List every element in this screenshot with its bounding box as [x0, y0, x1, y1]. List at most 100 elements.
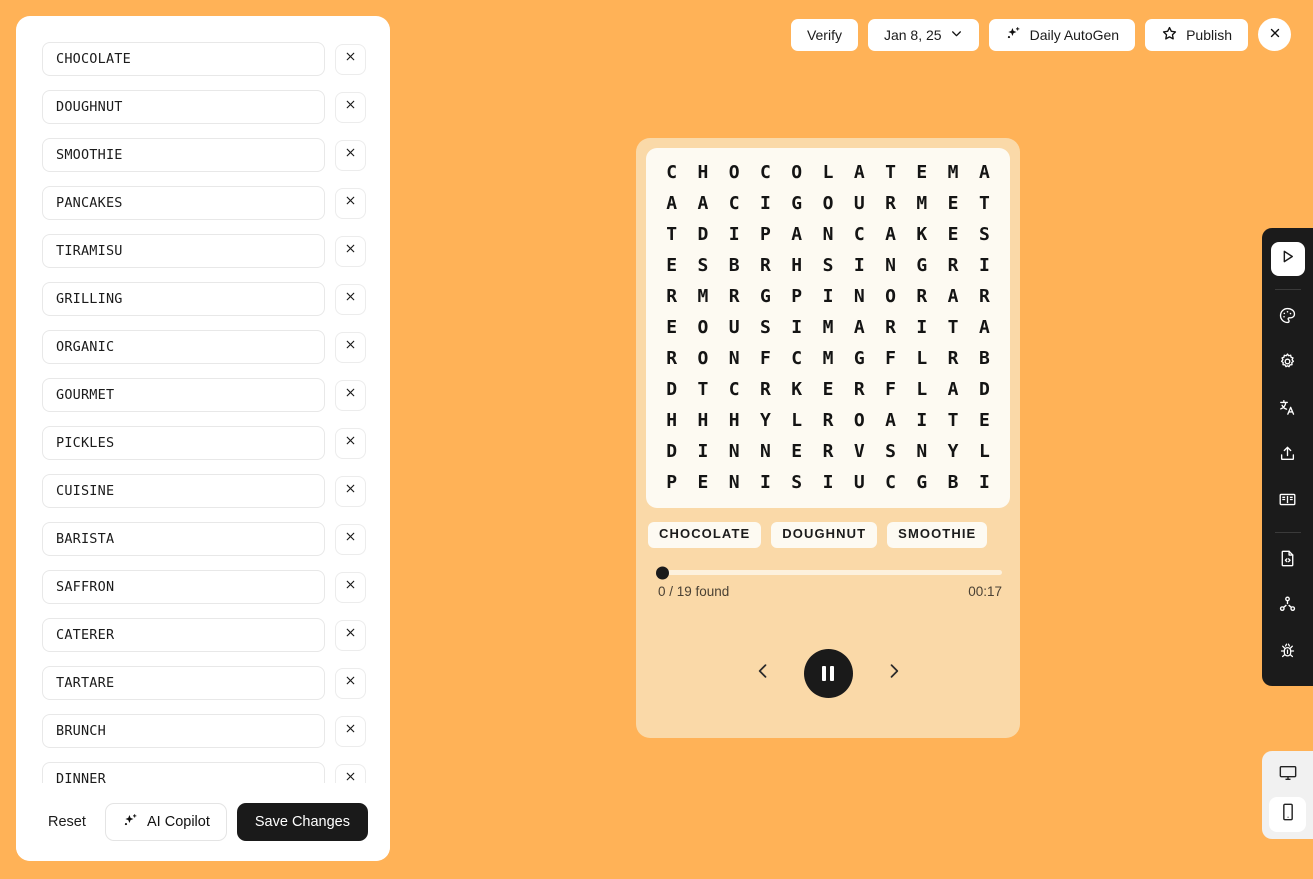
- grid-cell[interactable]: D: [687, 224, 718, 246]
- word-input[interactable]: SMOOTHIE: [42, 138, 325, 172]
- grid-cell[interactable]: A: [937, 286, 968, 308]
- grid-cell[interactable]: S: [969, 224, 1000, 246]
- grid-cell[interactable]: S: [781, 472, 812, 494]
- grid-cell[interactable]: M: [906, 193, 937, 215]
- grid-cell[interactable]: M: [812, 348, 843, 370]
- grid-cell[interactable]: K: [906, 224, 937, 246]
- rail-item-theme[interactable]: [1271, 301, 1305, 335]
- grid-cell[interactable]: U: [844, 193, 875, 215]
- progress-slider[interactable]: [656, 566, 1002, 579]
- grid-cell[interactable]: T: [937, 317, 968, 339]
- grid-cell[interactable]: G: [906, 255, 937, 277]
- remove-word-button[interactable]: [335, 763, 366, 783]
- grid-cell[interactable]: D: [656, 379, 687, 401]
- grid-cell[interactable]: A: [844, 317, 875, 339]
- publish-button[interactable]: Publish: [1145, 18, 1248, 51]
- grid-cell[interactable]: E: [656, 317, 687, 339]
- word-list[interactable]: CHOCOLATE DOUGHNUT SMOOTHIE PANCAKES TIRAMIS…: [16, 16, 390, 783]
- grid-cell[interactable]: I: [750, 472, 781, 494]
- grid-cell[interactable]: D: [656, 441, 687, 463]
- grid-cell[interactable]: D: [969, 379, 1000, 401]
- remove-word-button[interactable]: [335, 667, 366, 699]
- grid-cell[interactable]: L: [781, 410, 812, 432]
- device-desktop-button[interactable]: [1269, 758, 1306, 793]
- grid-cell[interactable]: R: [969, 286, 1000, 308]
- grid-cell[interactable]: H: [687, 162, 718, 184]
- word-search-grid[interactable]: CHOCOLATEMAAACIGOURMETTDIPANCAKESESBRHSI…: [656, 162, 1000, 494]
- word-chip[interactable]: CHOCOLATE: [648, 522, 762, 548]
- grid-cell[interactable]: R: [875, 193, 906, 215]
- grid-cell[interactable]: C: [844, 224, 875, 246]
- grid-cell[interactable]: R: [844, 379, 875, 401]
- grid-cell[interactable]: R: [812, 441, 843, 463]
- grid-cell[interactable]: O: [719, 162, 750, 184]
- grid-cell[interactable]: R: [719, 286, 750, 308]
- grid-cell[interactable]: R: [937, 255, 968, 277]
- rail-item-docs[interactable]: [1271, 485, 1305, 519]
- grid-cell[interactable]: L: [906, 379, 937, 401]
- grid-cell[interactable]: R: [937, 348, 968, 370]
- word-chip[interactable]: DOUGHNUT: [771, 522, 878, 548]
- grid-cell[interactable]: A: [969, 162, 1000, 184]
- grid-cell[interactable]: R: [750, 379, 781, 401]
- grid-cell[interactable]: I: [781, 317, 812, 339]
- close-button[interactable]: [1258, 18, 1291, 51]
- grid-cell[interactable]: O: [844, 410, 875, 432]
- grid-cell[interactable]: Y: [750, 410, 781, 432]
- grid-cell[interactable]: C: [750, 162, 781, 184]
- next-button[interactable]: [881, 661, 907, 687]
- grid-cell[interactable]: Y: [937, 441, 968, 463]
- word-input[interactable]: CHOCOLATE: [42, 42, 325, 76]
- word-input[interactable]: SAFFRON: [42, 570, 325, 604]
- daily-autogen-button[interactable]: Daily AutoGen: [988, 18, 1136, 51]
- grid-cell[interactable]: C: [719, 193, 750, 215]
- grid-cell[interactable]: A: [781, 224, 812, 246]
- grid-cell[interactable]: A: [875, 410, 906, 432]
- word-input[interactable]: CATERER: [42, 618, 325, 652]
- remove-word-button[interactable]: [335, 379, 366, 411]
- grid-cell[interactable]: N: [719, 472, 750, 494]
- grid-cell[interactable]: I: [906, 410, 937, 432]
- grid-cell[interactable]: R: [656, 348, 687, 370]
- word-input[interactable]: TARTARE: [42, 666, 325, 700]
- grid-cell[interactable]: B: [719, 255, 750, 277]
- device-mobile-button[interactable]: [1269, 797, 1306, 832]
- grid-cell[interactable]: R: [812, 410, 843, 432]
- grid-cell[interactable]: N: [750, 441, 781, 463]
- word-chip[interactable]: SMOOTHIE: [887, 522, 988, 548]
- grid-cell[interactable]: I: [719, 224, 750, 246]
- rail-item-debug[interactable]: [1271, 636, 1305, 670]
- remove-word-button[interactable]: [335, 427, 366, 459]
- rail-item-play[interactable]: [1270, 242, 1305, 276]
- word-input[interactable]: BARISTA: [42, 522, 325, 556]
- grid-cell[interactable]: P: [781, 286, 812, 308]
- ai-copilot-button[interactable]: AI Copilot: [105, 803, 227, 841]
- grid-cell[interactable]: M: [937, 162, 968, 184]
- remove-word-button[interactable]: [335, 715, 366, 747]
- grid-cell[interactable]: L: [906, 348, 937, 370]
- word-input[interactable]: DOUGHNUT: [42, 90, 325, 124]
- remove-word-button[interactable]: [335, 235, 366, 267]
- grid-cell[interactable]: K: [781, 379, 812, 401]
- grid-cell[interactable]: S: [750, 317, 781, 339]
- grid-cell[interactable]: A: [844, 162, 875, 184]
- grid-cell[interactable]: G: [781, 193, 812, 215]
- grid-cell[interactable]: E: [656, 255, 687, 277]
- grid-cell[interactable]: T: [656, 224, 687, 246]
- grid-cell[interactable]: I: [812, 472, 843, 494]
- grid-cell[interactable]: I: [750, 193, 781, 215]
- previous-button[interactable]: [750, 661, 776, 687]
- grid-cell[interactable]: E: [937, 224, 968, 246]
- word-input[interactable]: PANCAKES: [42, 186, 325, 220]
- grid-cell[interactable]: A: [875, 224, 906, 246]
- rail-item-translate[interactable]: [1271, 393, 1305, 427]
- grid-cell[interactable]: F: [750, 348, 781, 370]
- grid-cell[interactable]: S: [812, 255, 843, 277]
- verify-button[interactable]: Verify: [790, 18, 858, 51]
- grid-cell[interactable]: C: [656, 162, 687, 184]
- grid-cell[interactable]: E: [906, 162, 937, 184]
- grid-cell[interactable]: C: [781, 348, 812, 370]
- remove-word-button[interactable]: [335, 283, 366, 315]
- grid-cell[interactable]: U: [844, 472, 875, 494]
- grid-cell[interactable]: O: [687, 348, 718, 370]
